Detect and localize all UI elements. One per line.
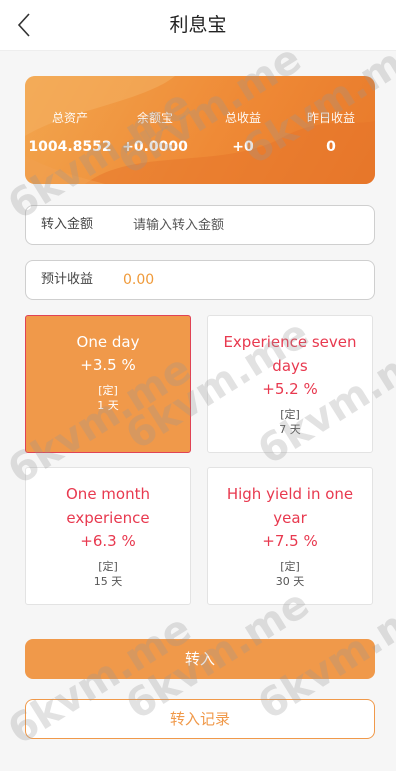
plan-type: [定]: [98, 384, 118, 397]
plan-name: Experience seven days: [223, 333, 357, 375]
plan-name: High yield in one year: [226, 485, 354, 527]
plan-type: [定]: [280, 560, 300, 573]
plan-days: 7 天: [279, 423, 301, 436]
plan-name: One day: [76, 333, 140, 351]
plan-rate: +6.3 %: [80, 532, 136, 550]
card-wave-decoration: [25, 76, 375, 184]
stat-value: 0: [326, 139, 336, 155]
transfer-amount-input[interactable]: [133, 212, 363, 238]
stat-label: 昨日收益: [306, 111, 355, 125]
stat-label: 总收益: [224, 111, 261, 125]
stat-value: +0.0000: [122, 139, 188, 155]
plan-days: 30 天: [275, 575, 305, 588]
stat-value: +0: [232, 139, 254, 155]
stat-label: 余额宝: [136, 111, 173, 125]
stat-label: 总资产: [51, 111, 88, 125]
app-header: 利息宝: [0, 0, 396, 51]
estimated-income-label: 预计收益: [41, 272, 94, 287]
plan-rate: +7.5 %: [262, 532, 318, 550]
transfer-amount-field: 转入金额: [25, 205, 375, 245]
transfer-amount-label: 转入金额: [41, 217, 94, 232]
plan-type: [定]: [280, 408, 300, 421]
page-title: 利息宝: [169, 14, 227, 36]
plan-card-seven-days[interactable]: Experience seven days +5.2 % [定] 7 天: [207, 315, 373, 453]
stats-card: 总资产 1004.8552 余额宝 +0.0000 总收益 +0 昨日收益 0: [25, 76, 375, 184]
transfer-in-button[interactable]: 转入: [25, 639, 375, 679]
plan-name: One month experience: [66, 485, 150, 527]
plan-days: 15 天: [93, 575, 123, 588]
plan-rate: +3.5 %: [80, 356, 136, 374]
estimated-income-value: 0.00: [123, 272, 155, 288]
plan-rate: +5.2 %: [262, 380, 318, 398]
plan-card-one-year[interactable]: High yield in one year +7.5 % [定] 30 天: [207, 467, 373, 605]
plan-days: 1 天: [97, 399, 119, 412]
transfer-record-button[interactable]: 转入记录: [25, 699, 375, 739]
estimated-income-field: 预计收益 0.00: [25, 260, 375, 300]
plan-card-one-day[interactable]: One day +3.5 % [定] 1 天: [25, 315, 191, 453]
plan-card-one-month[interactable]: One month experience +6.3 % [定] 15 天: [25, 467, 191, 605]
plan-type: [定]: [98, 560, 118, 573]
stat-value: 1004.8552: [28, 139, 112, 155]
